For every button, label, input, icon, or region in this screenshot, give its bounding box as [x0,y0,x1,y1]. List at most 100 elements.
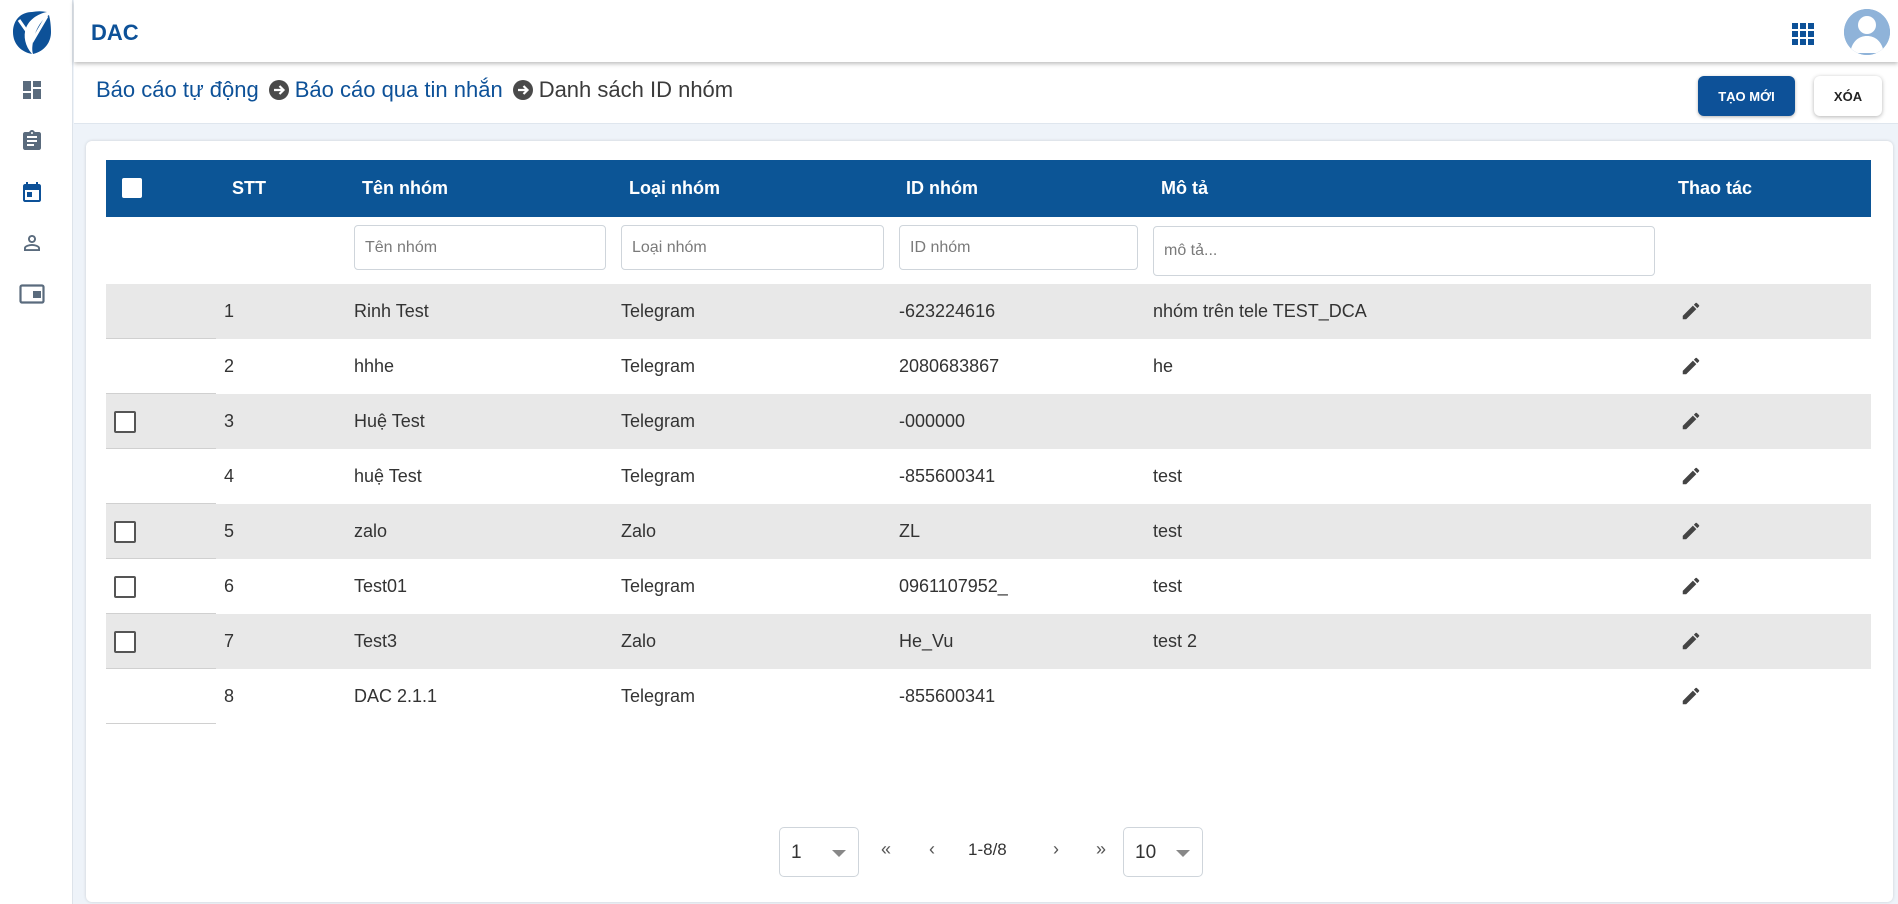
clipboard-icon[interactable] [19,128,45,154]
page-select-value: 1 [791,842,802,863]
table-row: 2 hhhe Telegram 2080683867 he [106,339,1871,394]
cell-type: Telegram [621,686,696,706]
row-checkbox[interactable] [114,521,136,543]
table-row: 1 Rinh Test Telegram -623224616 nhóm trên te… [106,284,1871,339]
cell-type: Zalo [621,521,657,541]
dashboard-icon[interactable] [19,77,45,103]
edit-icon[interactable] [1680,300,1702,322]
cell-id: He_Vu [899,631,954,651]
table-row: 3 Huệ Test Telegram -000000 [106,394,1871,449]
cell-type: Zalo [621,631,657,651]
arrow-circle-right-icon [268,80,289,100]
description-filter-input[interactable] [1153,226,1655,276]
user-icon[interactable] [19,230,45,256]
column-header-name[interactable]: Tên nhóm [362,178,448,199]
previous-page-icon[interactable]: ‹ [920,837,944,861]
table-header: STT Tên nhóm Loại nhóm ID nhóm Mô tả Tha… [106,160,1871,217]
chevron-down-icon [832,850,846,857]
cell-id: -000000 [899,411,966,431]
delete-button[interactable]: XÓA [1814,76,1882,116]
filter-row [106,217,1871,284]
cell-stt: 3 [224,411,235,431]
calendar-icon[interactable] [19,179,45,205]
cell-stt: 4 [224,466,235,486]
select-all-checkbox[interactable] [122,178,142,198]
content-card: STT Tên nhóm Loại nhóm ID nhóm Mô tả Tha… [86,141,1893,902]
cell-stt: 7 [224,631,235,651]
app-title: DAC [91,20,139,45]
edit-icon[interactable] [1680,630,1702,652]
column-header-stt[interactable]: STT [232,178,266,199]
cell-stt: 6 [224,576,235,596]
last-page-icon[interactable]: » [1089,837,1113,861]
edit-icon[interactable] [1680,355,1702,377]
row-checkbox[interactable] [114,411,136,433]
page-select[interactable]: 1 [779,827,859,877]
page-range-info: 1-8/8 [968,840,1007,859]
edit-icon[interactable] [1680,685,1702,707]
cell-name: hhhe [354,356,395,376]
column-header-type[interactable]: Loại nhóm [629,178,720,199]
breadcrumb-item[interactable]: Báo cáo qua tin nhắn [295,77,503,103]
table-row: 8 DAC 2.1.1 Telegram -855600341 [106,669,1871,724]
cell-stt: 5 [224,521,235,541]
edit-icon[interactable] [1680,575,1702,597]
edit-icon[interactable] [1680,520,1702,542]
type-filter-input[interactable] [621,225,884,270]
cell-id: -855600341 [899,686,996,706]
row-checkbox[interactable] [114,631,136,653]
name-filter-input[interactable] [354,225,606,270]
column-header-id[interactable]: ID nhóm [906,178,978,199]
cell-id: -855600341 [899,466,996,486]
cell-stt: 8 [224,686,235,706]
chevron-down-icon [1176,850,1190,857]
cell-type: Telegram [621,301,696,321]
cell-name: Rinh Test [354,301,429,321]
avatar[interactable] [1844,9,1890,55]
create-button[interactable]: TẠO MỚI [1698,76,1795,116]
pagination: 1 « ‹ 1-8/8 › » 10 [86,825,1893,877]
cell-description: nhóm trên tele TEST_DCA [1153,301,1367,321]
cell-name: huệ Test [354,466,422,486]
breadcrumb-current: Danh sách ID nhóm [538,77,734,102]
breadcrumb: Báo cáo tự động Báo cáo qua tin nhắn Dan… [96,77,733,103]
cell-name: zalo [354,521,388,541]
sidebar [0,0,73,904]
page-size-select[interactable]: 10 [1123,827,1203,877]
edit-icon[interactable] [1680,465,1702,487]
edit-icon[interactable] [1680,410,1702,432]
cell-description: he [1153,356,1174,376]
id-filter-input[interactable] [899,225,1138,270]
table-row: 6 Test01 Telegram 0961107952_ test [106,559,1871,614]
cell-id: ZL [899,521,921,541]
table-row: 7 Test3 Zalo He_Vu test 2 [106,614,1871,669]
column-header-description[interactable]: Mô tả [1161,178,1208,199]
cell-type: Telegram [621,576,696,596]
table-row: 5 zalo Zalo ZL test [106,504,1871,559]
apps-grid-icon[interactable] [1792,23,1814,45]
window-icon[interactable] [19,281,45,307]
cell-name: Test01 [354,576,408,596]
cell-id: -623224616 [899,301,996,321]
first-page-icon[interactable]: « [874,837,898,861]
cell-name: Test3 [354,631,398,651]
cell-description: test [1153,466,1183,486]
row-checkbox[interactable] [114,576,136,598]
table-row: 4 huệ Test Telegram -855600341 test [106,449,1871,504]
cell-id: 0961107952_ [899,576,1008,596]
cell-name: Huệ Test [354,411,425,431]
cell-stt: 1 [224,301,235,321]
breadcrumb-bar: Báo cáo tự động Báo cáo qua tin nhắn Dan… [74,62,1898,124]
cell-id: 2080683867 [899,356,1000,376]
top-bar: DAC [74,0,1898,62]
cell-description: test 2 [1153,631,1198,651]
cell-type: Telegram [621,411,696,431]
breadcrumb-item[interactable]: Báo cáo tự động [96,77,259,103]
cell-stt: 2 [224,356,235,376]
cell-description: test [1153,576,1183,596]
table-body: 1 Rinh Test Telegram -623224616 nhóm trên te… [106,284,1871,724]
cell-type: Telegram [621,466,696,486]
cell-type: Telegram [621,356,696,376]
next-page-icon[interactable]: › [1044,837,1068,861]
logo-icon[interactable] [11,10,53,56]
